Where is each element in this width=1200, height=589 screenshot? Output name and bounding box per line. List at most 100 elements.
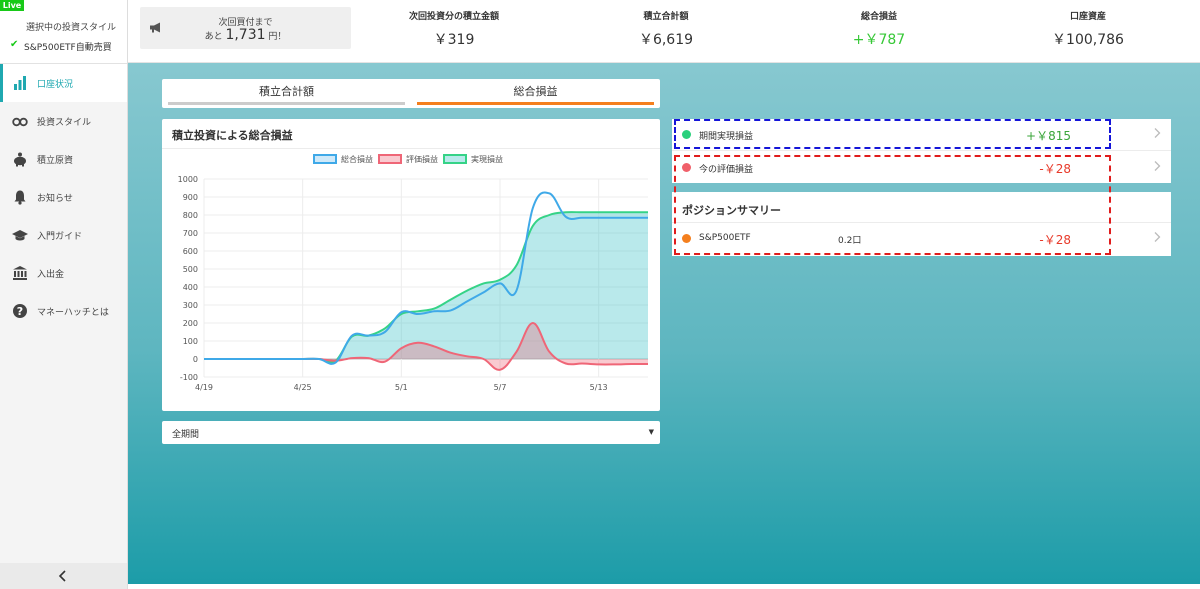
metric-value: ￥319 (433, 32, 475, 48)
legend-label: 評価損益 (406, 154, 438, 164)
tab-underline (417, 102, 654, 105)
status-dot (682, 130, 691, 139)
period-select[interactable]: 全期間 ▼ (162, 421, 660, 444)
sidebar-item-guide[interactable]: 入門ガイド (0, 216, 127, 254)
legend-swatch (378, 154, 402, 164)
live-badge: Live (0, 0, 24, 11)
sidebar-item-label: 口座状況 (37, 80, 74, 90)
position-name: S&P500ETF (699, 233, 751, 243)
unrealized-pl-value: -￥28 (1039, 162, 1071, 176)
notice-suffix: 円！ (268, 32, 287, 42)
unrealized-pl-row[interactable]: 今の評価損益 -￥28 (672, 152, 1171, 183)
bar-chart-icon (14, 76, 26, 90)
realized-pl-value: +￥815 (1026, 129, 1071, 143)
chart-title: 積立投資による総合損益 (172, 129, 293, 142)
chart-tabs: 積立合計額 総合損益 (162, 79, 660, 108)
bank-icon (13, 266, 27, 280)
notice-amount: 1,731 (225, 27, 266, 43)
sidebar: 選択中の投資スタイル ✔ S&P500ETF自動売買 Live 口座状況 投資ス… (0, 0, 128, 589)
x-tick-label: 4/19 (195, 383, 213, 392)
metric-value: +￥787 (852, 32, 906, 48)
metric-total-pl: 総合損益 +￥787 (794, 9, 964, 49)
metric-label: 総合損益 (860, 12, 897, 22)
pl-panel: 期間実現損益 +￥815 今の評価損益 -￥28 (672, 119, 1171, 183)
sidebar-item-deposit-withdrawal[interactable]: 入出金 (0, 254, 127, 292)
tab-total-contribution[interactable]: 積立合計額 (162, 79, 411, 108)
header: 次回買付まで あと 1,731 円！ 次回投資分の積立金額 ￥319 積立合計額… (128, 0, 1200, 63)
position-quantity: 0.2口 (838, 236, 862, 246)
position-summary-panel: ポジションサマリー S&P500ETF 0.2口 -￥28 (672, 192, 1171, 256)
sidebar-item-label: 積立原資 (37, 156, 74, 166)
check-icon: ✔ (10, 39, 19, 50)
app-root: 選択中の投資スタイル ✔ S&P500ETF自動売買 Live 口座状況 投資ス… (0, 0, 1200, 589)
sidebar-item-account-status[interactable]: 口座状況 (0, 64, 127, 102)
question-circle-icon: ? (13, 304, 27, 318)
metric-total-contribution: 積立合計額 ￥6,619 (581, 9, 751, 49)
sidebar-collapse-button[interactable] (0, 563, 127, 589)
realized-pl-label: 期間実現損益 (699, 132, 754, 142)
sidebar-item-label: お知らせ (37, 194, 73, 204)
pl-chart-card: 積立投資による総合損益 -100 0 100 200 300 400 500 600 700 80… (162, 119, 660, 411)
caret-down-icon: ▼ (648, 428, 654, 436)
style-value: S&P500ETF自動売買 (24, 43, 112, 53)
position-row[interactable]: S&P500ETF 0.2口 -￥28 (672, 223, 1171, 254)
y-tick-label: 700 (183, 229, 198, 238)
tab-total-pl[interactable]: 総合損益 (411, 79, 660, 108)
position-summary-title: ポジションサマリー (682, 204, 781, 217)
sidebar-item-label: 投資スタイル (37, 118, 92, 128)
binoculars-icon (12, 117, 28, 127)
metric-label: 積立合計額 (643, 12, 689, 22)
notice-remaining: あと 1,731 円！ (140, 27, 351, 43)
x-tick-label: 5/1 (395, 383, 408, 392)
y-tick-label: 900 (183, 193, 198, 202)
legend-swatch (313, 154, 337, 164)
chevron-right-icon (1154, 161, 1161, 171)
position-value: -￥28 (1039, 233, 1071, 247)
status-dot (682, 163, 691, 172)
chevron-right-icon (1154, 232, 1161, 242)
sidebar-item-investment-style[interactable]: 投資スタイル (0, 102, 127, 140)
bottom-strip (128, 584, 1200, 589)
x-tick-label: 4/25 (294, 383, 312, 392)
unrealized-pl-label: 今の評価損益 (699, 165, 754, 175)
x-tick-label: 5/7 (494, 383, 507, 392)
y-tick-label: 100 (183, 337, 198, 346)
y-tick-label: 1000 (178, 175, 198, 184)
sidebar-nav: 口座状況 投資スタイル 積立原資 お知らせ 入門ガイド 入出金 ? マネーハッチ… (0, 64, 127, 330)
metric-account-assets: 口座資産 ￥100,786 (1003, 9, 1173, 49)
period-select-value: 全期間 (172, 430, 200, 440)
metric-label: 次回投資分の積立金額 (408, 12, 499, 22)
graduation-cap-icon (12, 230, 28, 241)
legend-label: 総合損益 (341, 154, 373, 164)
sidebar-item-label: マネーハッチとは (37, 308, 109, 318)
main-content: 積立合計額 総合損益 積立投資による総合損益 -100 0 100 200 300 400… (128, 63, 1200, 584)
y-tick-label: -100 (180, 373, 198, 382)
tab-underline (168, 102, 405, 105)
sidebar-item-label: 入門ガイド (37, 232, 83, 242)
y-tick-label: 300 (183, 301, 198, 310)
legend-label: 実現損益 (471, 154, 503, 164)
notice-prefix: あと (204, 32, 223, 42)
sidebar-item-about[interactable]: ? マネーハッチとは (0, 292, 127, 330)
divider (672, 150, 1171, 151)
y-tick-label: 800 (183, 211, 198, 220)
legend-swatch (443, 154, 467, 164)
y-tick-label: 200 (183, 319, 198, 328)
svg-text:?: ? (17, 305, 23, 318)
metric-value: ￥100,786 (1052, 32, 1124, 48)
chevron-left-icon (58, 570, 66, 582)
pl-line-chart: -100 0 100 200 300 400 500 600 700 800 900 1000 4/19… (178, 154, 649, 392)
y-tick-label: 500 (183, 265, 198, 274)
metric-value: ￥6,619 (638, 32, 694, 48)
realized-pl-row[interactable]: 期間実現損益 +￥815 (672, 119, 1171, 150)
tab-label: 積立合計額 (259, 85, 314, 98)
piggy-bank-icon (14, 152, 26, 167)
metric-label: 口座資産 (1069, 12, 1106, 22)
sidebar-item-label: 入出金 (37, 270, 65, 280)
y-tick-label: 600 (183, 247, 198, 256)
sidebar-item-notices[interactable]: お知らせ (0, 178, 127, 216)
status-dot (682, 234, 691, 243)
sidebar-item-funding[interactable]: 積立原資 (0, 140, 127, 178)
tab-label: 総合損益 (513, 85, 558, 98)
metric-next-investment: 次回投資分の積立金額 ￥319 (369, 9, 539, 49)
